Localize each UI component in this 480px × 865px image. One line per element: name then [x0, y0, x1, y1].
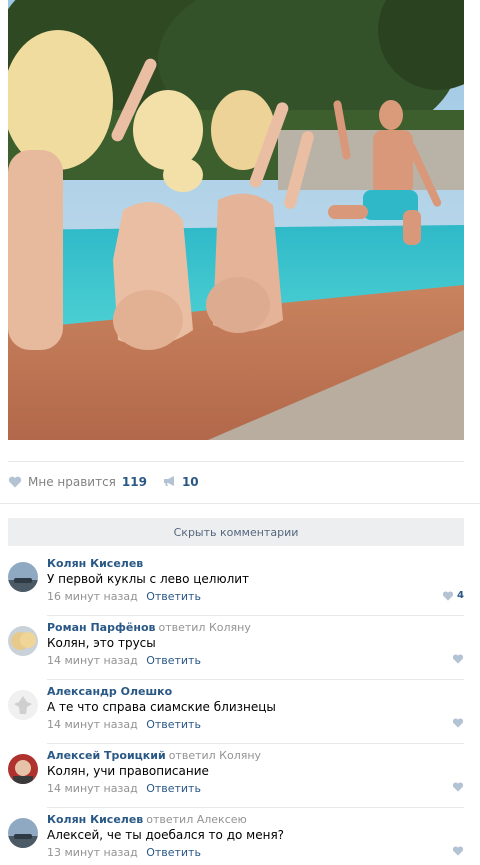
comment-like-button[interactable] [452, 846, 464, 856]
repost-count: 10 [181, 475, 199, 489]
replied-to[interactable]: ответил Алексею [146, 813, 247, 826]
comment-meta: 13 минут назад Ответить [47, 846, 201, 859]
comment-header: Алексей Троицкий ответил Коляну [47, 749, 261, 762]
comment-header: Колян Киселев [47, 557, 143, 570]
avatar[interactable] [8, 626, 38, 656]
comment-meta: 16 минут назад Ответить [47, 590, 201, 603]
replied-to[interactable]: ответил Коляну [158, 621, 250, 634]
heart-icon [452, 718, 464, 728]
actions-top-divider [8, 461, 464, 462]
like-count: 119 [121, 475, 147, 489]
reply-link[interactable]: Ответить [146, 590, 201, 603]
comment-like-button[interactable] [452, 654, 464, 664]
heart-icon [452, 846, 464, 856]
comment-like-button[interactable] [452, 718, 464, 728]
comment-time[interactable]: 14 минут назад [47, 782, 138, 795]
reply-link[interactable]: Ответить [146, 782, 201, 795]
avatar[interactable] [8, 754, 38, 784]
comment-like-button[interactable]: 4 [442, 590, 464, 601]
comment-text: Колян, это трусы [47, 636, 156, 650]
reply-link[interactable]: Ответить [146, 718, 201, 731]
comment-item: Роман Парфёнов ответил Коляну Колян, это … [0, 616, 480, 680]
comment-header: Александр Олешко [47, 685, 172, 698]
avatar[interactable] [8, 562, 38, 592]
comment-time[interactable]: 16 минут назад [47, 590, 138, 603]
reply-link[interactable]: Ответить [146, 654, 201, 667]
comment-author[interactable]: Колян Киселев [47, 557, 143, 570]
comment-author[interactable]: Колян Киселев [47, 813, 143, 826]
comment-time[interactable]: 14 минут назад [47, 718, 138, 731]
comment-text: Алексей, че ты доебался то до меня? [47, 828, 285, 842]
comment-item: Колян Киселев ответил Алексею Алексей, че… [0, 808, 480, 865]
comment-item: Александр Олешко А те что справа сиамски… [0, 680, 480, 744]
comment-like-button[interactable] [452, 782, 464, 792]
comment-item: Колян Киселев У первой куклы с лево целю… [0, 552, 480, 616]
actions-bottom-divider [0, 503, 480, 504]
comment-item: Алексей Троицкий ответил Коляну Колян, уч… [0, 744, 480, 808]
comment-author[interactable]: Роман Парфёнов [47, 621, 155, 634]
like-label: Мне нравится [28, 475, 116, 489]
comment-time[interactable]: 13 минут назад [47, 846, 138, 859]
comment-text: А те что справа сиамские близнецы [47, 700, 276, 714]
comment-meta: 14 минут назад Ответить [47, 654, 201, 667]
comment-header: Колян Киселев ответил Алексею [47, 813, 247, 826]
post-actions: Мне нравится 119 10 [8, 470, 464, 494]
comment-text: Колян, учи правописание [47, 764, 209, 778]
post-photo[interactable] [8, 0, 464, 440]
comment-text: У первой куклы с лево целюлит [47, 572, 250, 586]
comment-header: Роман Парфёнов ответил Коляну [47, 621, 251, 634]
heart-icon [442, 591, 454, 601]
comment-meta: 14 минут назад Ответить [47, 718, 201, 731]
comment-time[interactable]: 14 минут назад [47, 654, 138, 667]
comment-author[interactable]: Александр Олешко [47, 685, 172, 698]
megaphone-icon [163, 475, 176, 490]
repost-button[interactable]: 10 [163, 475, 199, 490]
comment-like-count: 4 [457, 590, 464, 601]
avatar[interactable] [8, 818, 38, 848]
comment-meta: 14 минут назад Ответить [47, 782, 201, 795]
avatar[interactable] [8, 690, 38, 720]
comment-author[interactable]: Алексей Троицкий [47, 749, 166, 762]
hide-comments-button[interactable]: Скрыть комментарии [8, 518, 464, 546]
reply-link[interactable]: Ответить [146, 846, 201, 859]
like-button[interactable]: Мне нравится 119 [8, 475, 147, 489]
post-photo-image [8, 0, 464, 440]
heart-icon [8, 476, 22, 488]
replied-to[interactable]: ответил Коляну [169, 749, 261, 762]
heart-icon [452, 782, 464, 792]
heart-icon [452, 654, 464, 664]
